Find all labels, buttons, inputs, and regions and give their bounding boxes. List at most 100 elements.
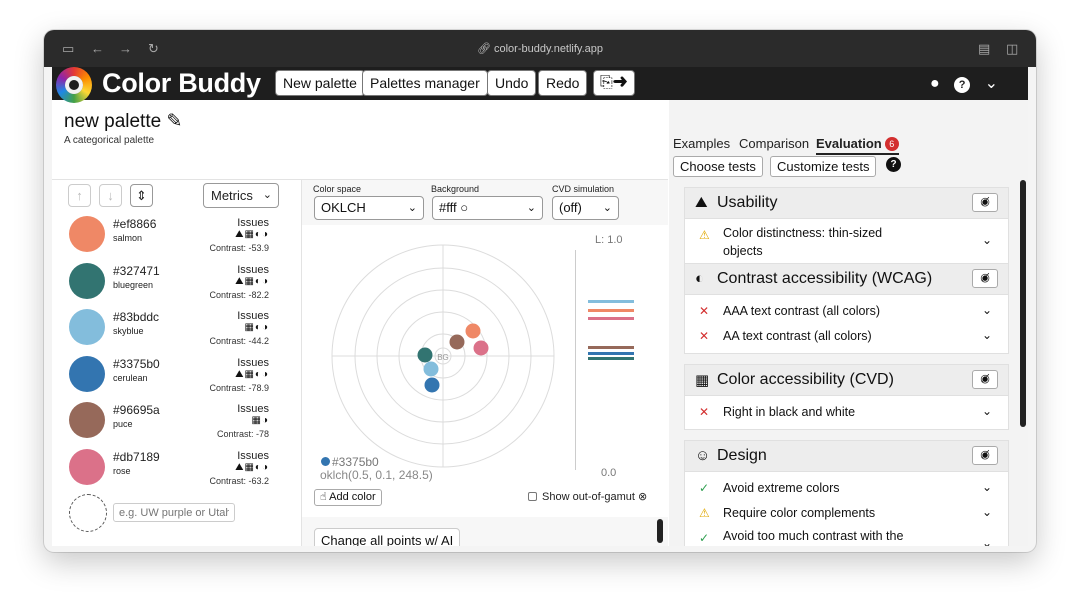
palette-color-row[interactable]: #96695a puce Issues ▦◑ Contrast: -78	[52, 402, 300, 448]
address-bar[interactable]: 🔗︎ color-buddy.netlify.app	[44, 42, 1036, 55]
export-icon[interactable]: ⎘➜	[593, 70, 635, 96]
evaluation-item[interactable]: ⚠ Require color complements ⌄	[685, 501, 1008, 526]
issue-icons[interactable]: ⛰▦◐◑	[235, 229, 269, 240]
section-header[interactable]: ▦ Color accessibility (CVD) ◉̸	[685, 365, 1008, 396]
change-points-ai-button[interactable]: Change all points w/ AI	[314, 528, 461, 546]
section-header[interactable]: ⛰ Usability ◉̸	[685, 188, 1008, 219]
checkbox[interactable]	[528, 492, 537, 501]
palette-color-row[interactable]: #3375b0 cerulean Issues ⛰▦◐◑ Contrast: -78.9	[52, 355, 300, 402]
show-out-of-gamut-toggle[interactable]: Show out-of-gamut ⊗	[528, 490, 647, 503]
issue-icons[interactable]: ▦◑	[252, 415, 270, 426]
tab-comparison[interactable]: Comparison	[739, 136, 809, 151]
palettes-manager-button[interactable]: Palettes manager	[362, 70, 488, 96]
chevron-down-icon[interactable]: ⌄	[985, 75, 998, 92]
issue-icons[interactable]: ⛰▦◐◑	[235, 369, 269, 380]
issues-label: Issues	[237, 263, 269, 276]
contrast-value: Contrast: -63.2	[209, 475, 269, 486]
lightness-stripe	[588, 346, 634, 349]
point-puce[interactable]	[449, 334, 465, 350]
color-name: bluegreen	[113, 279, 154, 290]
color-wheel-logo-icon	[56, 67, 92, 103]
pointer-icon: ☝	[320, 491, 330, 503]
evaluation-item[interactable]: ✕ Right in black and white ⌄	[685, 400, 1008, 425]
palette-title[interactable]: new palette ✎	[64, 110, 182, 133]
help-icon[interactable]: ?	[886, 157, 901, 172]
color-swatch[interactable]	[69, 262, 105, 299]
reader-icon[interactable]: ▤	[978, 41, 990, 57]
issue-icons[interactable]: ⛰▦◐◑	[235, 462, 269, 473]
background-select[interactable]: #fff ○ ⌄	[432, 196, 543, 220]
point-salmon[interactable]	[465, 323, 481, 339]
redo-button[interactable]: Redo	[538, 70, 588, 96]
evaluation-item[interactable]: ✓ Avoid extreme colors ⌄	[685, 476, 1008, 501]
color-swatch[interactable]	[69, 448, 105, 485]
evaluation-item[interactable]: ✕ AAA text contrast (all colors) ⌄	[685, 299, 1008, 324]
tab-evaluation[interactable]: Evaluation 6	[816, 136, 899, 155]
tab-examples[interactable]: Examples	[673, 136, 730, 151]
point-skyblue[interactable]	[423, 361, 439, 377]
choose-tests-button[interactable]: Choose tests	[673, 156, 763, 177]
lightness-stripe	[588, 317, 634, 320]
cvd-select[interactable]: (off) ⌄	[552, 196, 619, 220]
evaluation-section: ◐ Contrast accessibility (WCAG) ◉̸ ✕ AAA tex…	[684, 263, 1009, 354]
add-color-button[interactable]: ☝ Add color	[314, 489, 382, 506]
hide-eye-icon[interactable]: ◉̸	[972, 269, 998, 288]
section-header[interactable]: ☺ Design ◉̸	[685, 441, 1008, 472]
sort-icon[interactable]: ⇕	[130, 184, 153, 207]
color-swatch[interactable]	[69, 216, 105, 252]
color-name: puce	[113, 419, 133, 429]
evaluation-section: ☺ Design ◉̸ ✓ Avoid extreme colors ⌄ ⚠ Require …	[684, 440, 1009, 546]
hide-eye-icon[interactable]: ◉̸	[972, 370, 998, 389]
section-title: Design	[717, 447, 767, 464]
scrollbar[interactable]	[1020, 180, 1026, 427]
move-up-icon[interactable]: ↑	[68, 184, 91, 207]
issue-icons[interactable]: ⛰▦◐◑	[235, 276, 269, 287]
color-space-select[interactable]: OKLCH ⌄	[314, 196, 424, 220]
issue-icons[interactable]: ▦◐◑	[244, 322, 269, 333]
point-cerulean[interactable]	[424, 377, 440, 393]
color-swatch[interactable]	[69, 402, 105, 438]
metrics-dropdown[interactable]: Metrics ⌄	[203, 183, 279, 208]
palette-color-row[interactable]: #ef8866 salmon Issues ⛰▦◐◑ Contrast: -53.9	[52, 216, 300, 262]
chevron-down-icon[interactable]: ⌄	[982, 328, 992, 342]
contrast-value: Contrast: -82.2	[209, 289, 269, 300]
new-color-input[interactable]	[113, 503, 235, 522]
issues-label: Issues	[237, 403, 269, 415]
scrollbar[interactable]	[657, 519, 663, 543]
add-color-swatch[interactable]	[69, 494, 107, 532]
palette-color-row[interactable]: #327471 bluegreen Issues ⛰▦◐◑ Contrast: -82.…	[52, 262, 300, 309]
chevron-down-icon[interactable]: ⌄	[982, 536, 992, 546]
new-palette-button[interactable]: New palette	[275, 70, 365, 96]
chevron-down-icon[interactable]: ⌄	[982, 505, 992, 519]
chevron-down-icon[interactable]: ⌄	[982, 404, 992, 418]
chevron-down-icon[interactable]: ⌄	[982, 303, 992, 317]
color-swatch[interactable]	[69, 355, 105, 392]
chevron-down-icon[interactable]: ⌄	[982, 233, 992, 247]
evaluation-item[interactable]: ✓ Avoid too much contrast with the backgr…	[685, 526, 1008, 546]
split-view-icon[interactable]: ◫	[1006, 41, 1018, 57]
undo-button[interactable]: Undo	[487, 70, 537, 96]
point-rose[interactable]	[473, 340, 489, 356]
move-down-icon[interactable]: ↓	[99, 184, 122, 207]
customize-tests-button[interactable]: Customize tests	[770, 156, 877, 177]
chevron-down-icon: ⌄	[262, 189, 272, 201]
section-header[interactable]: ◐ Contrast accessibility (WCAG) ◉̸	[685, 264, 1008, 295]
color-swatch[interactable]	[69, 309, 105, 345]
cvd-label: CVD simulation	[552, 184, 615, 194]
browser-toolbar: ▭ ← → ↻ 🔗︎ color-buddy.netlify.app ▤ ◫	[44, 30, 1036, 67]
help-icon[interactable]: ?	[954, 77, 971, 93]
palette-color-row[interactable]: #83bddc skyblue Issues ▦◐◑ Contrast: -44.2	[52, 309, 300, 355]
chevron-down-icon: ⌄	[526, 202, 536, 214]
evaluation-item[interactable]: ⚠ Color distinctness: thin-sized objects ⌄	[685, 223, 1008, 261]
selected-color-dot	[321, 457, 330, 466]
github-icon[interactable]: ●	[930, 75, 940, 92]
point-bluegreen[interactable]	[417, 347, 433, 363]
hide-eye-icon[interactable]: ◉̸	[972, 446, 998, 465]
palette-color-row[interactable]: #db7189 rose Issues ⛰▦◐◑ Contrast: -63.2	[52, 448, 300, 495]
edit-icon[interactable]: ✎	[166, 111, 182, 132]
cvd-icon: ▦	[695, 372, 710, 389]
hide-eye-icon[interactable]: ◉̸	[972, 193, 998, 212]
evaluation-item[interactable]: ✕ AA text contrast (all colors) ⌄	[685, 324, 1008, 349]
evaluation-item-label: Avoid extreme colors	[723, 481, 840, 495]
chevron-down-icon[interactable]: ⌄	[982, 480, 992, 494]
